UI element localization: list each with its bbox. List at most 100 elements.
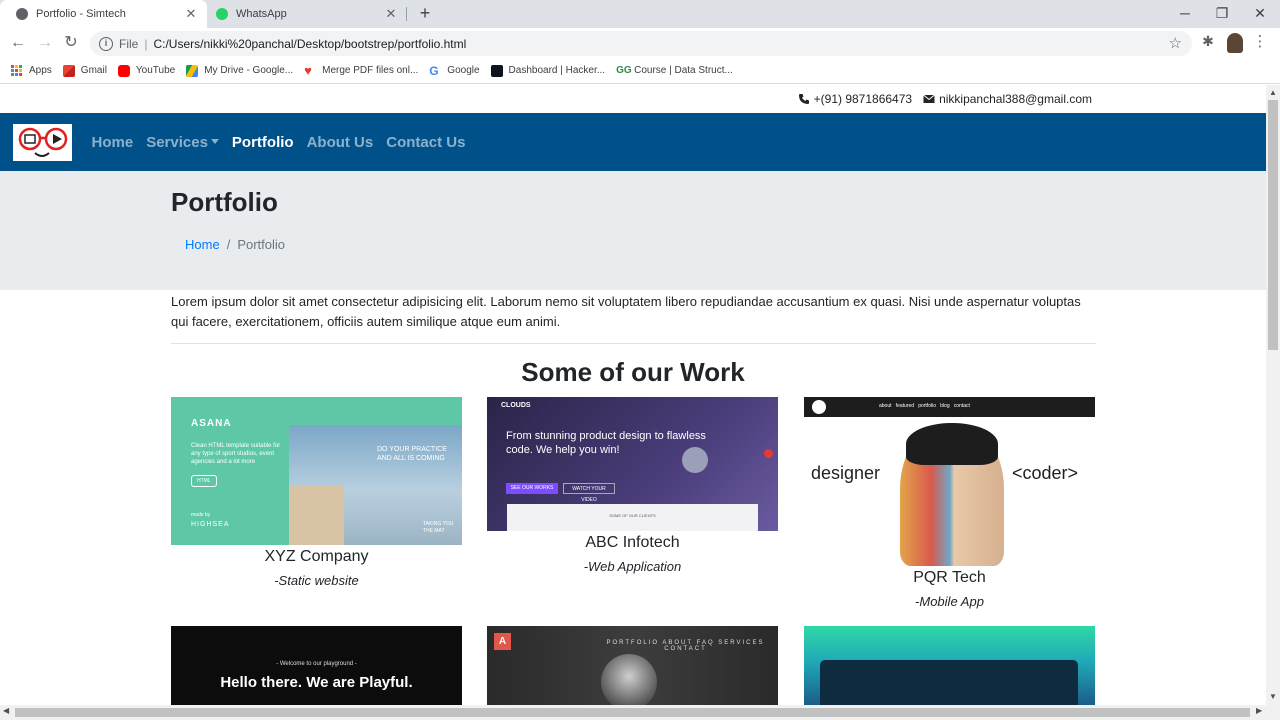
heart-icon: ♥	[304, 62, 312, 78]
close-tab-icon[interactable]: ✕	[181, 6, 201, 22]
thumb-brand: ASANA	[191, 418, 232, 429]
thumb-menu: PORTFOLIO ABOUT FAQ SERVICES CONTACT	[606, 640, 765, 652]
info-icon[interactable]: i	[99, 36, 113, 51]
portfolio-thumbnail[interactable]: A PORTFOLIO ABOUT FAQ SERVICES CONTACT	[487, 626, 778, 705]
thumb-hello: Hello there. We are Playful.	[220, 674, 413, 691]
youtube-icon	[117, 64, 130, 77]
thumb-logo-icon	[812, 400, 826, 414]
tab-title: WhatsApp	[236, 8, 287, 20]
bookmark-apps[interactable]: Apps	[11, 64, 52, 77]
google-icon: G	[429, 63, 439, 78]
back-button[interactable]: ←	[7, 32, 29, 54]
portfolio-thumbnail[interactable]	[804, 626, 1095, 705]
bookmark-label: Apps	[29, 65, 52, 76]
portfolio-card[interactable]: - Welcome to our playground - Hello ther…	[171, 626, 462, 705]
thumb-notification-icon	[764, 449, 773, 458]
minimize-button[interactable]: ─	[1166, 0, 1204, 28]
bookmark-gfg[interactable]: GG Course | Data Struct...	[616, 65, 733, 77]
glasses-logo-icon	[18, 127, 68, 157]
contact-bar: +(91) 9871866473 nikkipanchal388@gmail.c…	[0, 85, 1266, 113]
breadcrumb-home-link[interactable]: Home	[185, 237, 220, 252]
url-divider: |	[144, 36, 148, 51]
thumb-welcome: - Welcome to our playground -	[276, 661, 357, 667]
forward-button[interactable]: →	[34, 32, 56, 54]
gmail-icon	[62, 64, 75, 77]
address-bar[interactable]: i File | C:/Users/nikki%20panchal/Deskto…	[90, 31, 1192, 56]
scroll-up-icon[interactable]: ▲	[1269, 88, 1277, 97]
bookmark-youtube[interactable]: YouTube	[117, 64, 175, 77]
tab-strip: Portfolio - Simtech ✕ WhatsApp ✕ + ─ ❐ ✕	[0, 0, 1280, 28]
thumb-left-word: designer	[811, 463, 881, 483]
thumb-portrait	[601, 654, 657, 705]
scroll-left-icon[interactable]: ◀	[3, 706, 9, 715]
portfolio-card[interactable]: about featured portfolio blog contact de…	[804, 397, 1095, 609]
scrollbar-thumb[interactable]	[1268, 100, 1278, 350]
portfolio-card[interactable]: A PORTFOLIO ABOUT FAQ SERVICES CONTACT	[487, 626, 778, 705]
profile-avatar[interactable]	[1227, 33, 1243, 53]
nav-home[interactable]: Home	[92, 134, 134, 151]
portfolio-thumbnail[interactable]: about featured portfolio blog contact de…	[804, 397, 1095, 566]
portfolio-card[interactable]: ASANA Clean HTML template suitable for a…	[171, 397, 462, 588]
horizontal-scrollbar[interactable]: ◀ ▶	[0, 705, 1280, 720]
nav-services-label: Services	[146, 133, 208, 151]
thumb-panel-text: DO YOUR PRACTICE AND ALL IS COMING	[377, 446, 447, 462]
google-drive-icon	[186, 64, 199, 77]
thumb-headline: From stunning product design to flawless…	[506, 430, 706, 456]
thumb-laptop-screen	[820, 660, 1078, 705]
reload-button[interactable]: ↻	[60, 32, 82, 54]
thumb-logo: A	[494, 633, 511, 650]
scrollbar-thumb[interactable]	[15, 708, 1250, 717]
tab-portfolio[interactable]: Portfolio - Simtech ✕	[0, 0, 207, 28]
bookmark-gmail[interactable]: Gmail	[62, 64, 107, 77]
tab-whatsapp[interactable]: WhatsApp ✕	[200, 0, 407, 28]
project-name: ABC Infotech	[585, 534, 680, 551]
envelope-icon	[923, 94, 935, 103]
caret-down-icon	[210, 138, 219, 144]
bookmark-label: Gmail	[80, 65, 107, 76]
scroll-right-icon[interactable]: ▶	[1256, 706, 1262, 715]
geeksforgeeks-icon: GG	[616, 64, 632, 76]
thumb-footer-text: SOME OF OUR CLIENTS	[609, 513, 656, 518]
nav-links: Home Services Portfolio About Us Contact…	[85, 113, 472, 171]
scroll-down-icon[interactable]: ▼	[1269, 692, 1277, 701]
close-tab-icon[interactable]: ✕	[381, 6, 401, 22]
hackerrank-icon	[490, 64, 503, 77]
thumb-corner-text: TAKING YOU THE MAT	[423, 521, 454, 534]
thumb-button-works: SEE OUR WORKS	[506, 483, 558, 494]
extensions-icon[interactable]: ✱	[1197, 33, 1219, 53]
bookmark-merge-pdf[interactable]: ♥ Merge PDF files onl...	[304, 62, 418, 78]
nav-portfolio[interactable]: Portfolio	[232, 134, 294, 151]
portfolio-thumbnail[interactable]: - Welcome to our playground - Hello ther…	[171, 626, 462, 705]
breadcrumb-separator: /	[226, 237, 231, 252]
portfolio-card[interactable]	[804, 626, 1095, 705]
bookmark-drive[interactable]: My Drive - Google...	[186, 64, 293, 77]
url-scheme: File	[119, 36, 139, 51]
web-page: +(91) 9871866473 nikkipanchal388@gmail.c…	[0, 85, 1266, 705]
portfolio-thumbnail[interactable]: ASANA Clean HTML template suitable for a…	[171, 397, 462, 545]
thumb-footer-brand: HIGHSEA	[191, 521, 230, 528]
nav-contact[interactable]: Contact Us	[386, 134, 465, 151]
bookmark-star-icon[interactable]: ☆	[1169, 34, 1182, 52]
phone-contact[interactable]: +(91) 9871866473	[798, 92, 912, 106]
thumb-button-video: WATCH YOUR VIDEO	[563, 483, 615, 503]
thumb-clients-panel: SOME OF OUR CLIENTS	[507, 504, 758, 531]
nav-services[interactable]: Services	[146, 134, 219, 151]
new-tab-button[interactable]: +	[414, 3, 436, 24]
email-contact[interactable]: nikkipanchal388@gmail.com	[923, 92, 1092, 106]
thumb-footer: made by	[191, 512, 211, 518]
portfolio-thumbnail[interactable]: CLOUDS From stunning product design to f…	[487, 397, 778, 531]
restore-button[interactable]: ❐	[1203, 0, 1241, 28]
project-type: -Web Application	[583, 559, 682, 574]
tab-title: Portfolio - Simtech	[36, 8, 126, 20]
thumb-tagline: Clean HTML template suitable for any typ…	[191, 443, 281, 465]
site-logo[interactable]	[13, 124, 72, 161]
nav-about[interactable]: About Us	[307, 134, 374, 151]
url-text: C:/Users/nikki%20panchal/Desktop/bootstr…	[153, 36, 467, 51]
bookmark-hackerrank[interactable]: Dashboard | Hacker...	[490, 64, 605, 77]
vertical-scrollbar[interactable]: ▲ ▼	[1266, 85, 1280, 705]
bookmark-label: Course | Data Struct...	[634, 65, 733, 76]
portfolio-card[interactable]: CLOUDS From stunning product design to f…	[487, 397, 778, 574]
menu-icon[interactable]: ⋮	[1252, 33, 1268, 53]
bookmark-google[interactable]: G Google	[429, 65, 479, 77]
close-window-button[interactable]: ✕	[1241, 0, 1279, 28]
